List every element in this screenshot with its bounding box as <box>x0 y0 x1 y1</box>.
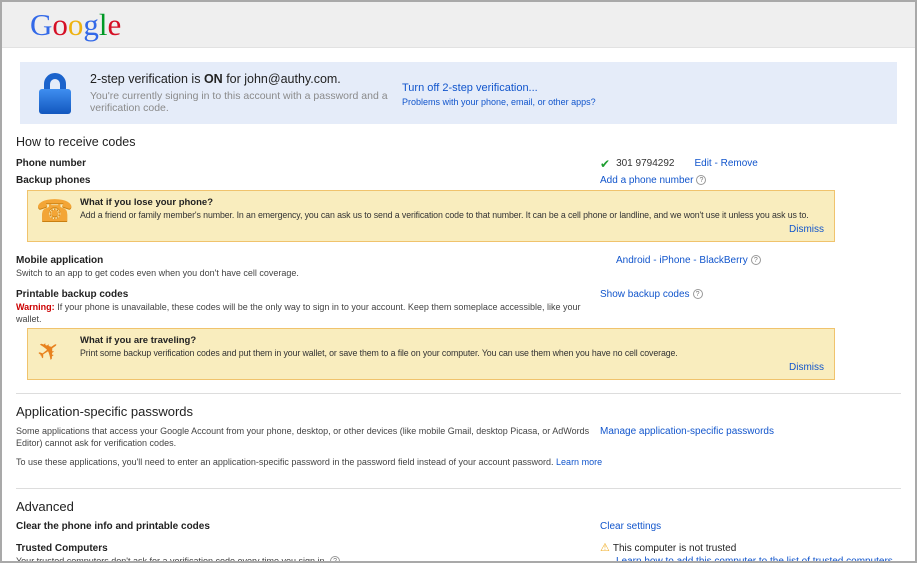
clear-phone-info-label: Clear the phone info and printable codes <box>16 520 600 533</box>
printable-codes-description: Warning: If your phone is unavailable, t… <box>16 301 600 325</box>
app-passwords-para2: To use these applications, you'll need t… <box>16 456 606 468</box>
link-separator: - <box>693 255 696 266</box>
dismiss-lose-phone-link[interactable]: Dismiss <box>789 224 824 235</box>
receive-codes-heading: How to receive codes <box>16 134 901 150</box>
phone-number-row: Phone number ✔ 301 9794292 Edit - Remove <box>16 157 901 170</box>
telephone-icon: ☎ <box>36 196 80 237</box>
banner-title-prefix: 2-step verification is <box>90 72 200 86</box>
lose-phone-body: Add a friend or family member's number. … <box>80 209 824 221</box>
lose-phone-title: What if you lose your phone? <box>80 196 824 209</box>
advanced-heading: Advanced <box>16 498 901 515</box>
section-divider <box>16 488 901 489</box>
traveling-body: Print some backup verification codes and… <box>80 347 824 359</box>
logo-letter: o <box>68 7 84 42</box>
trusted-computers-label: Trusted Computers <box>16 542 600 555</box>
logo-letter: o <box>52 7 68 42</box>
blackberry-link[interactable]: BlackBerry <box>699 255 747 266</box>
iphone-link[interactable]: iPhone <box>659 255 690 266</box>
problems-link[interactable]: Problems with your phone, email, or othe… <box>402 97 596 107</box>
banner-title-suffix: for john@authy.com. <box>226 72 341 86</box>
app-passwords-para1: Some applications that access your Googl… <box>16 425 606 449</box>
traveling-title: What if you are traveling? <box>80 334 824 347</box>
google-2sv-settings-page: Google 2-step verification is ON for joh… <box>0 0 917 563</box>
help-icon[interactable]: ? <box>330 556 340 563</box>
logo-letter: e <box>108 7 122 42</box>
app-passwords-heading: Application-specific passwords <box>16 403 901 420</box>
logo-letter: l <box>99 7 108 42</box>
help-icon[interactable]: ? <box>693 289 703 299</box>
banner-title: 2-step verification is ON for john@authy… <box>90 72 390 86</box>
mobile-application-row: Mobile application Switch to an app to g… <box>16 254 901 279</box>
banner-text: 2-step verification is ON for john@authy… <box>90 72 390 114</box>
logo-letter: G <box>30 7 52 42</box>
link-separator: - <box>653 255 656 266</box>
dismiss-traveling-link[interactable]: Dismiss <box>789 362 824 373</box>
add-phone-number-link[interactable]: Add a phone number <box>600 175 693 186</box>
status-banner: 2-step verification is ON for john@authy… <box>20 62 897 124</box>
section-divider <box>16 393 901 394</box>
turn-off-2sv-link[interactable]: Turn off 2-step verification... <box>402 82 596 94</box>
google-logo[interactable]: Google <box>30 9 121 40</box>
phone-number-label: Phone number <box>16 157 600 170</box>
link-separator: - <box>714 158 717 169</box>
learn-add-trusted-link[interactable]: Learn how to add this computer to the li… <box>600 555 901 563</box>
mobile-application-description: Switch to an app to get codes even when … <box>16 267 600 279</box>
traveling-notice: ✈ What if you are traveling? Print some … <box>27 328 835 380</box>
warning-label: Warning: <box>16 302 55 312</box>
warning-icon: ⚠ <box>600 542 610 554</box>
clear-settings-link[interactable]: Clear settings <box>600 521 661 532</box>
show-backup-codes-link[interactable]: Show backup codes <box>600 289 690 300</box>
printable-codes-row: Printable backup codes Warning: If your … <box>16 288 901 325</box>
backup-phones-label: Backup phones <box>16 174 600 187</box>
help-icon[interactable]: ? <box>751 255 761 265</box>
clear-settings-row: Clear the phone info and printable codes… <box>16 520 901 533</box>
trusted-computers-row: Trusted Computers Your trusted computers… <box>16 542 901 563</box>
lock-icon <box>38 71 76 115</box>
logo-letter: g <box>83 7 99 42</box>
manage-app-passwords-link[interactable]: Manage application-specific passwords <box>600 426 774 437</box>
printable-codes-label: Printable backup codes <box>16 288 600 301</box>
remove-phone-link[interactable]: Remove <box>721 158 758 169</box>
lose-phone-notice: ☎ What if you lose your phone? Add a fri… <box>27 190 835 242</box>
not-trusted-status: ⚠ This computer is not trusted <box>600 542 901 555</box>
airplane-icon: ✈ <box>36 334 80 375</box>
main-content: How to receive codes Phone number ✔ 301 … <box>2 134 915 563</box>
learn-more-link[interactable]: Learn more <box>556 457 602 467</box>
banner-links: Turn off 2-step verification... Problems… <box>402 80 596 107</box>
backup-phones-row: Backup phones Add a phone number? <box>16 174 901 187</box>
mobile-application-label: Mobile application <box>16 254 600 267</box>
banner-on-status: ON <box>204 72 223 86</box>
trusted-computers-description: Your trusted computers don't ask for a v… <box>16 555 600 563</box>
check-icon: ✔ <box>600 158 610 170</box>
help-icon[interactable]: ? <box>696 175 706 185</box>
android-link[interactable]: Android <box>616 255 650 266</box>
edit-phone-link[interactable]: Edit <box>694 158 711 169</box>
app-passwords-row: Some applications that access your Googl… <box>16 425 901 475</box>
page-header: Google <box>2 2 915 48</box>
banner-subtitle: You're currently signing in to this acco… <box>90 90 390 114</box>
phone-number-value: 301 9794292 <box>616 157 674 170</box>
